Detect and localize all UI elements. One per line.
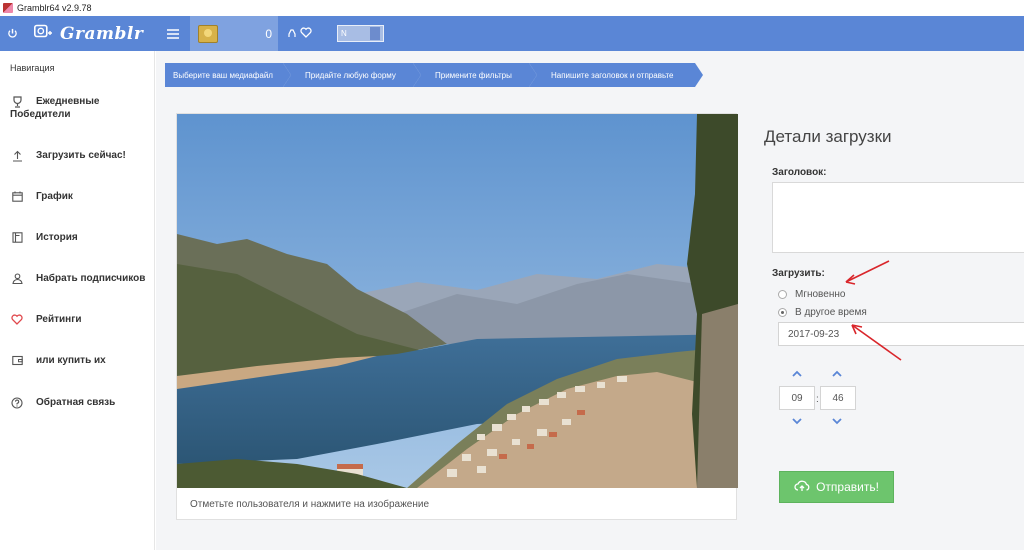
heart-icon — [10, 313, 24, 326]
sidebar-item-label: График — [36, 191, 73, 202]
coins-icon — [198, 24, 218, 43]
sidebar-item-label: Обратная связь — [36, 397, 116, 408]
send-button-label: Отправить! — [816, 480, 879, 494]
hamburger-menu-icon[interactable] — [160, 16, 186, 51]
caption-label: Заголовок: — [772, 167, 827, 178]
help-icon — [10, 396, 24, 409]
upload-icon — [10, 149, 24, 162]
user-icon — [288, 27, 296, 41]
sidebar-item-ratings[interactable]: Рейтинги — [10, 313, 150, 326]
app-icon — [3, 3, 13, 13]
window-title-bar: Gramblr64 v2.9.78 — [0, 0, 1024, 16]
toggle-on-label: N — [341, 29, 347, 38]
sidebar-item-label: История — [36, 232, 78, 243]
radio-button[interactable] — [778, 290, 787, 299]
date-field[interactable]: 2017-09-23 — [778, 322, 1024, 346]
sidebar: Навигация Ежедневные Победители Загрузит… — [0, 51, 155, 550]
main-content: Выберите ваш медиафайл Придайте любую фо… — [156, 51, 1024, 550]
coins-counter[interactable]: 0 — [190, 16, 278, 51]
user-icon — [10, 272, 24, 285]
sidebar-item-label: Набрать подписчиков — [36, 273, 146, 284]
sidebar-title: Навигация — [10, 63, 55, 73]
brand-name: Gramblr — [60, 23, 144, 44]
step-shape[interactable]: Придайте любую форму — [283, 63, 421, 87]
user-likes[interactable] — [288, 16, 312, 51]
step-label: Придайте любую форму — [305, 70, 396, 80]
radio-later-label: В другое время — [795, 307, 867, 318]
step-choose-media[interactable]: Выберите ваш медиафайл — [165, 63, 291, 87]
image-card: Отметьте пользователя и нажмите на изобр… — [176, 113, 738, 520]
sidebar-item-daily-winners[interactable]: Ежедневные Победители — [10, 95, 150, 121]
sidebar-item-buy[interactable]: или купить их — [10, 354, 150, 367]
hour-down-chevron-icon[interactable] — [790, 415, 804, 427]
send-button[interactable]: Отправить! — [779, 471, 894, 503]
sidebar-item-label: Загрузить сейчас! — [36, 150, 126, 161]
sidebar-item-upload-now[interactable]: Загрузить сейчас! — [10, 149, 150, 162]
sidebar-item-feedback[interactable]: Обратная связь — [10, 396, 150, 409]
sidebar-item-gain-followers[interactable]: Набрать подписчиков — [10, 272, 150, 285]
step-label: Примените фильтры — [435, 70, 512, 80]
caption-textarea[interactable] — [772, 182, 1024, 253]
photo-preview[interactable] — [177, 114, 738, 488]
radio-instant[interactable]: Мгновенно — [778, 289, 845, 300]
top-bar: Gramblr 0 N — [0, 16, 1024, 51]
step-label: Напишите заголовок и отправьте — [551, 70, 674, 80]
sidebar-item-label: Рейтинги — [36, 314, 82, 325]
time-separator: : — [816, 394, 819, 405]
upload-steps: Выберите ваш медиафайл Придайте любую фо… — [165, 63, 703, 87]
hour-field[interactable]: 09 — [779, 386, 815, 410]
step-label: Выберите ваш медиафайл — [173, 70, 273, 80]
minute-down-chevron-icon[interactable] — [830, 415, 844, 427]
trophy-icon — [10, 95, 24, 108]
sidebar-item-label-line2: Победители — [10, 109, 71, 120]
landscape-photo — [177, 114, 738, 488]
image-caption: Отметьте пользователя и нажмите на изобр… — [190, 499, 430, 510]
toggle-knob[interactable] — [370, 27, 380, 40]
sidebar-item-schedule[interactable]: График — [10, 190, 150, 203]
coins-value: 0 — [265, 26, 272, 41]
app-logo[interactable]: Gramblr — [24, 16, 143, 51]
upload-details-title: Детали загрузки — [764, 127, 892, 146]
step-filters[interactable]: Примените фильтры — [413, 63, 537, 87]
radio-instant-label: Мгновенно — [795, 289, 846, 300]
hour-up-chevron-icon[interactable] — [790, 367, 804, 379]
power-icon[interactable] — [0, 16, 24, 51]
radio-button-checked[interactable] — [778, 308, 787, 317]
calendar-icon — [10, 190, 24, 203]
sidebar-item-label: или купить их — [36, 355, 106, 366]
wallet-icon — [10, 354, 24, 367]
cloud-upload-icon — [794, 480, 810, 495]
window-title: Gramblr64 v2.9.78 — [17, 3, 92, 13]
camera-icon — [34, 24, 52, 43]
heart-outline-icon — [300, 26, 312, 41]
book-icon — [10, 231, 24, 244]
minute-field[interactable]: 46 — [820, 386, 856, 410]
upload-label: Загрузить: — [772, 268, 825, 279]
step-caption-send[interactable]: Напишите заголовок и отправьте — [529, 63, 703, 87]
sidebar-item-label: Ежедневные — [36, 96, 100, 107]
minute-up-chevron-icon[interactable] — [830, 367, 844, 379]
mode-toggle[interactable]: N — [337, 25, 384, 42]
radio-later[interactable]: В другое время — [778, 307, 867, 318]
sidebar-item-history[interactable]: История — [10, 231, 150, 244]
